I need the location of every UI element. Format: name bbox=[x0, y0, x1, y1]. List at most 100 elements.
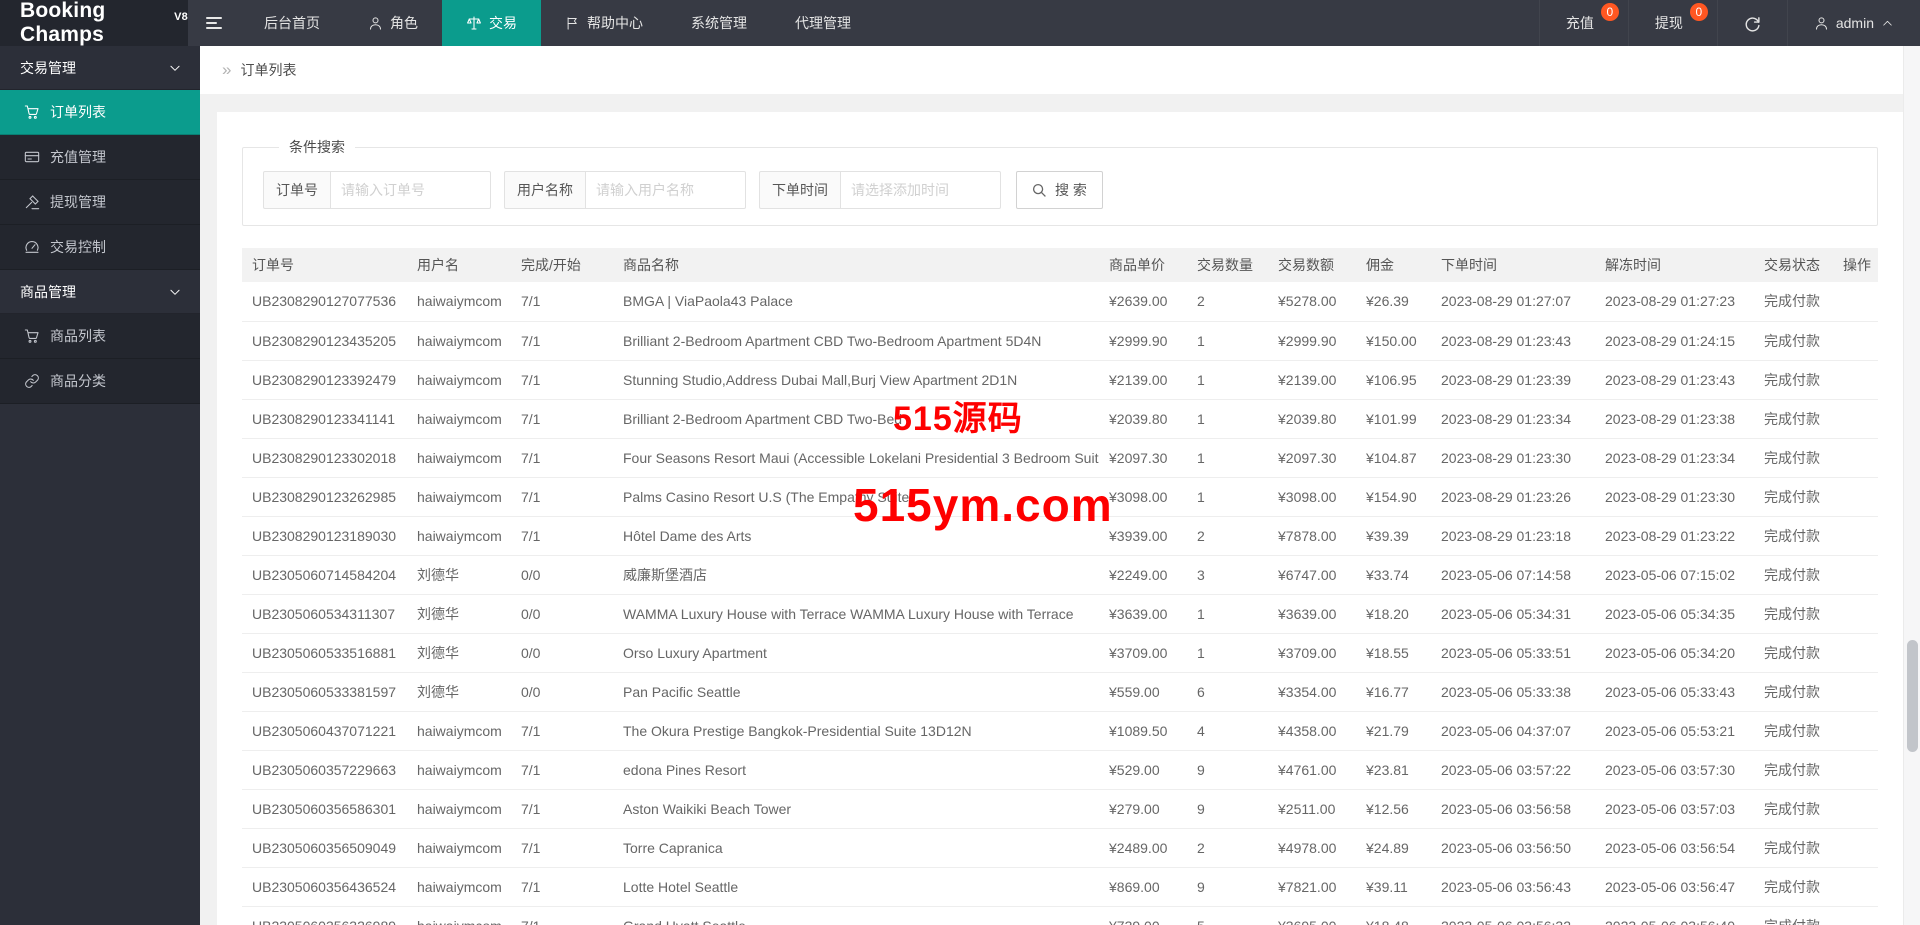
cell-unit-price: ¥2639.00 bbox=[1099, 282, 1187, 322]
table-row: UB2305060437071221 haiwaiymcom 7/1 The Okur… bbox=[242, 711, 1878, 751]
user-icon bbox=[1815, 16, 1827, 30]
scrollbar-track[interactable] bbox=[1903, 46, 1920, 925]
nav-item-agent[interactable]: 代理管理 bbox=[771, 0, 875, 46]
cell-status: 完成付款 bbox=[1754, 906, 1833, 925]
cell-action bbox=[1833, 438, 1878, 478]
cell-progress: 0/0 bbox=[511, 594, 613, 634]
cell-commission: ¥21.79 bbox=[1356, 711, 1431, 751]
col-amount: 交易数额 bbox=[1268, 248, 1356, 282]
cell-order-no: UB2308290123189030 bbox=[242, 516, 407, 556]
nav-item-system[interactable]: 系统管理 bbox=[667, 0, 771, 46]
order-time-input[interactable] bbox=[841, 171, 1001, 209]
cell-order-no: UB2308290123262985 bbox=[242, 477, 407, 517]
cell-product: Four Seasons Resort Maui (Accessible Lok… bbox=[613, 438, 1099, 478]
admin-menu[interactable]: admin bbox=[1786, 0, 1920, 46]
refresh-button[interactable] bbox=[1716, 0, 1787, 46]
cell-unit-price: ¥3639.00 bbox=[1099, 594, 1187, 634]
sidebar-item-product-list[interactable]: 商品列表 bbox=[0, 314, 200, 359]
scrollbar-thumb[interactable] bbox=[1907, 640, 1918, 752]
cell-progress: 7/1 bbox=[511, 750, 613, 790]
cell-unit-price: ¥2097.30 bbox=[1099, 438, 1187, 478]
table-row: UB2308290123341141 haiwaiymcom 7/1 Brillian… bbox=[242, 399, 1878, 439]
brand-version: V8 bbox=[174, 11, 188, 23]
sidebar-item-product-category[interactable]: 商品分类 bbox=[0, 359, 200, 404]
sidebar-item-recharge-management[interactable]: 充值管理 bbox=[0, 135, 200, 180]
cell-unit-price: ¥279.00 bbox=[1099, 789, 1187, 829]
cell-commission: ¥39.39 bbox=[1356, 516, 1431, 556]
hamburger-icon[interactable] bbox=[188, 0, 240, 46]
nav-label: 帮助中心 bbox=[587, 15, 643, 31]
nav-item-help-center[interactable]: 帮助中心 bbox=[541, 0, 667, 46]
side-item-label: 提现管理 bbox=[50, 194, 106, 210]
main-content: » 订单列表 条件搜索 订单号 用户名称 下单时间 bbox=[200, 46, 1920, 925]
flag-icon bbox=[567, 16, 577, 30]
cell-qty: 2 bbox=[1187, 828, 1268, 868]
cell-unfreeze-time: 2023-05-06 05:33:43 bbox=[1595, 672, 1754, 712]
side-item-label: 交易控制 bbox=[50, 239, 106, 255]
table-row: UB2308290123189030 haiwaiymcom 7/1 Hôtel Da… bbox=[242, 516, 1878, 556]
withdraw-badge: 0 bbox=[1689, 3, 1708, 21]
cell-amount: ¥2097.30 bbox=[1268, 438, 1356, 478]
cell-unit-price: ¥559.00 bbox=[1099, 672, 1187, 712]
order-no-input[interactable] bbox=[331, 171, 491, 209]
cell-action bbox=[1833, 906, 1878, 925]
brand-logo[interactable]: Booking Champs V8 bbox=[0, 0, 188, 46]
cell-order-time: 2023-08-29 01:23:43 bbox=[1431, 321, 1595, 361]
cell-action bbox=[1833, 672, 1878, 712]
username-input[interactable] bbox=[586, 171, 746, 209]
cell-qty: 2 bbox=[1187, 282, 1268, 322]
cell-amount: ¥7821.00 bbox=[1268, 867, 1356, 907]
cell-commission: ¥101.99 bbox=[1356, 399, 1431, 439]
sidebar-item-trade-control[interactable]: 交易控制 bbox=[0, 225, 200, 270]
search-fieldset: 条件搜索 订单号 用户名称 下单时间 bbox=[242, 137, 1878, 226]
cell-unfreeze-time: 2023-05-06 03:56:54 bbox=[1595, 828, 1754, 868]
cell-action bbox=[1833, 789, 1878, 829]
search-button[interactable]: 搜 索 bbox=[1016, 171, 1103, 209]
cell-commission: ¥18.20 bbox=[1356, 594, 1431, 634]
cell-order-time: 2023-05-06 05:34:31 bbox=[1431, 594, 1595, 634]
col-order-time: 下单时间 bbox=[1431, 248, 1595, 282]
side-item-label: 订单列表 bbox=[50, 104, 106, 120]
cell-unit-price: ¥2489.00 bbox=[1099, 828, 1187, 868]
cell-unit-price: ¥3098.00 bbox=[1099, 477, 1187, 517]
cell-order-time: 2023-08-29 01:23:30 bbox=[1431, 438, 1595, 478]
cell-qty: 9 bbox=[1187, 750, 1268, 790]
username-field-group: 用户名称 bbox=[504, 171, 746, 209]
cell-amount: ¥4761.00 bbox=[1268, 750, 1356, 790]
cell-order-no: UB2305060356436524 bbox=[242, 867, 407, 907]
col-unfreeze-time: 解冻时间 bbox=[1595, 248, 1754, 282]
recharge-nav-button[interactable]: 充值 0 bbox=[1538, 0, 1628, 46]
sidebar-item-order-list[interactable]: 订单列表 bbox=[0, 90, 200, 135]
cell-unfreeze-time: 2023-08-29 01:23:30 bbox=[1595, 477, 1754, 517]
cell-commission: ¥26.39 bbox=[1356, 282, 1431, 322]
cell-action bbox=[1833, 555, 1878, 595]
main-menu: 后台首页 角色 交易 帮助中心 系统管理 代理管理 bbox=[240, 0, 875, 46]
nav-item-roles[interactable]: 角色 bbox=[344, 0, 442, 46]
refresh-icon bbox=[1745, 16, 1760, 32]
sidebar-item-withdraw-management[interactable]: 提现管理 bbox=[0, 180, 200, 225]
cell-progress: 7/1 bbox=[511, 906, 613, 925]
cart-icon bbox=[24, 105, 39, 119]
navbar-right: 充值 0 提现 0 admin bbox=[1538, 0, 1920, 46]
cell-commission: ¥106.95 bbox=[1356, 360, 1431, 400]
cell-product: Palms Casino Resort U.S (The Empathy Sui… bbox=[613, 477, 1099, 517]
sidebar-group-product-management[interactable]: 商品管理 bbox=[0, 270, 200, 314]
cell-order-time: 2023-05-06 05:33:38 bbox=[1431, 672, 1595, 712]
cell-commission: ¥33.74 bbox=[1356, 555, 1431, 595]
withdraw-nav-button[interactable]: 提现 0 bbox=[1627, 0, 1717, 46]
breadcrumb: » 订单列表 bbox=[200, 46, 1920, 94]
nav-label: 代理管理 bbox=[795, 15, 851, 31]
cell-unit-price: ¥2139.00 bbox=[1099, 360, 1187, 400]
table-row: UB2305060356586301 haiwaiymcom 7/1 Aston Wa… bbox=[242, 789, 1878, 829]
cell-progress: 7/1 bbox=[511, 711, 613, 751]
cell-action bbox=[1833, 321, 1878, 361]
cell-order-no: UB2305060534311307 bbox=[242, 594, 407, 634]
cell-unfreeze-time: 2023-05-06 03:56:40 bbox=[1595, 906, 1754, 925]
nav-item-dashboard[interactable]: 后台首页 bbox=[240, 0, 344, 46]
cell-order-time: 2023-05-06 05:33:51 bbox=[1431, 633, 1595, 673]
nav-item-trade[interactable]: 交易 bbox=[442, 0, 541, 46]
withdraw-label: 提现 bbox=[1654, 15, 1683, 31]
nav-label: 后台首页 bbox=[264, 15, 320, 31]
sidebar-group-trade-management[interactable]: 交易管理 bbox=[0, 46, 200, 90]
col-order-no: 订单号 bbox=[242, 248, 407, 282]
